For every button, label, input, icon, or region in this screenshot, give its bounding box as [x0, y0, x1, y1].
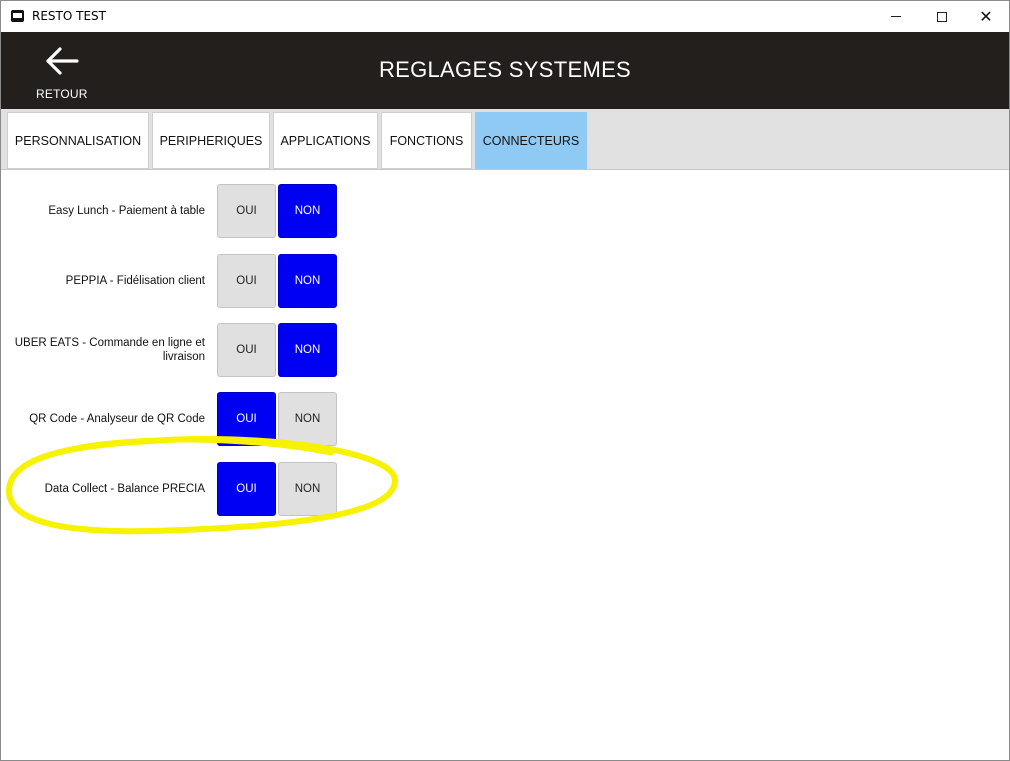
connector-row-easy-lunch: Easy Lunch - Paiement à table OUI NON: [1, 183, 341, 239]
tab-connecteurs[interactable]: CONNECTEURS: [475, 112, 587, 169]
oui-button[interactable]: OUI: [217, 323, 276, 377]
connector-row-peppia: PEPPIA - Fidélisation client OUI NON: [1, 253, 341, 309]
minimize-icon: [891, 16, 901, 17]
non-button[interactable]: NON: [278, 462, 337, 516]
connector-row-data-collect: Data Collect - Balance PRECIA OUI NON: [1, 461, 341, 517]
title-bar: RESTO TEST ✕: [1, 1, 1009, 32]
oui-button[interactable]: OUI: [217, 392, 276, 446]
tab-peripheriques[interactable]: PERIPHERIQUES: [152, 112, 270, 169]
tab-personnalisation[interactable]: PERSONNALISATION: [7, 112, 149, 169]
connector-row-qr-code: QR Code - Analyseur de QR Code OUI NON: [1, 391, 341, 447]
app-header: RETOUR REGLAGES SYSTEMES: [1, 32, 1009, 109]
connector-label: Easy Lunch - Paiement à table: [48, 205, 205, 217]
app-window: RESTO TEST ✕ RETOUR REGLAGES SYSTEMES PE…: [0, 0, 1010, 761]
non-button[interactable]: NON: [278, 323, 337, 377]
oui-button[interactable]: OUI: [217, 462, 276, 516]
non-button[interactable]: NON: [278, 184, 337, 238]
back-label: RETOUR: [36, 87, 88, 101]
non-button[interactable]: NON: [278, 254, 337, 308]
connector-label: PEPPIA - Fidélisation client: [65, 275, 205, 287]
close-icon: ✕: [979, 7, 993, 26]
tab-applications[interactable]: APPLICATIONS: [273, 112, 378, 169]
oui-button[interactable]: OUI: [217, 184, 276, 238]
non-button[interactable]: NON: [278, 392, 337, 446]
tab-bar: PERSONNALISATION PERIPHERIQUES APPLICATI…: [1, 109, 1009, 170]
window-title: RESTO TEST: [32, 9, 106, 23]
connector-label: Data Collect - Balance PRECIA: [44, 483, 205, 495]
app-icon: [11, 10, 24, 22]
close-button[interactable]: ✕: [963, 1, 1009, 32]
tab-fonctions[interactable]: FONCTIONS: [381, 112, 472, 169]
maximize-icon: [937, 11, 947, 22]
oui-button[interactable]: OUI: [217, 254, 276, 308]
page-title: REGLAGES SYSTEMES: [378, 57, 632, 82]
connector-label: UBER EATS - Commande en ligne et livrais…: [14, 337, 205, 363]
connector-label: QR Code - Analyseur de QR Code: [29, 413, 205, 425]
maximize-button[interactable]: [919, 1, 965, 32]
connector-row-uber-eats: UBER EATS - Commande en ligne et livrais…: [1, 322, 341, 378]
minimize-button[interactable]: [873, 1, 919, 32]
